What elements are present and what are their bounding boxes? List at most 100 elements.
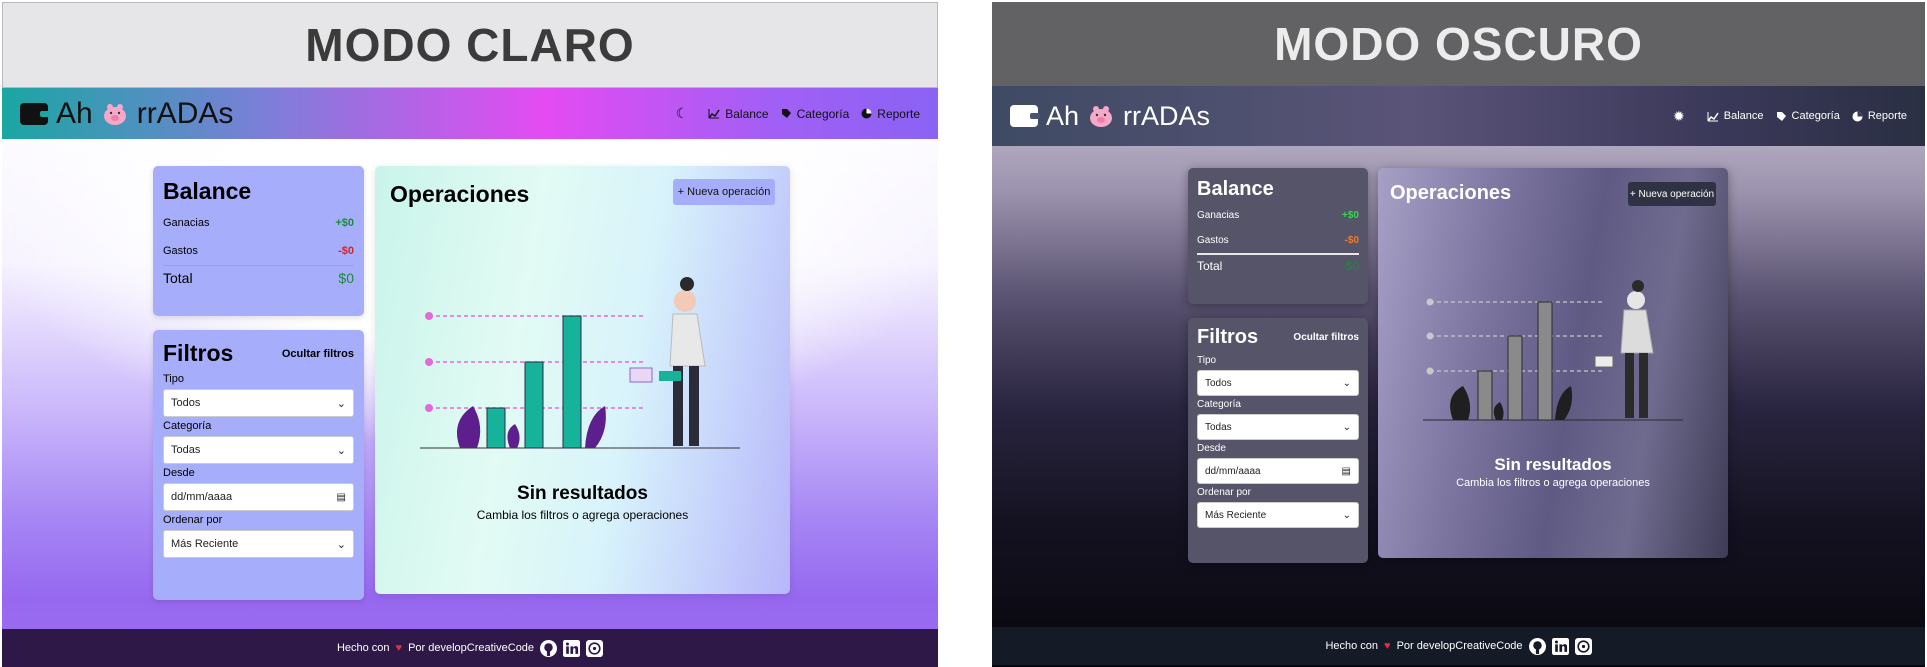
footer-author: Por developCreativeCode xyxy=(408,642,535,654)
brand-text-right: rrADAs xyxy=(136,96,234,130)
orden-value: Más Reciente xyxy=(1205,509,1267,521)
orden-label: Ordenar por xyxy=(163,514,223,526)
ganancias-value: +$0 xyxy=(1342,210,1359,221)
empty-state-title: Sin resultados xyxy=(1494,455,1612,474)
nav-categoria-label: Categoría xyxy=(796,106,850,121)
balance-card: Balance Ganacias +$0 Gastos -$0 Total $0 xyxy=(1188,168,1368,304)
ganancias-label: Ganacias xyxy=(1197,210,1240,221)
mode-banner-title: MODO CLARO xyxy=(2,2,938,88)
app-window: Ah rrADAs ☾ Balance Categoría Reporte Ba… xyxy=(2,88,938,667)
desde-label: Desde xyxy=(163,467,195,479)
nav-categoria[interactable]: Categoría xyxy=(1776,110,1840,122)
filters-title: Filtros xyxy=(1197,326,1259,348)
tipo-label: Tipo xyxy=(163,373,184,385)
brand-logo[interactable]: Ah rrADAs xyxy=(1010,101,1210,132)
filters-title: Filtros xyxy=(163,340,234,366)
chevron-down-icon: ⌄ xyxy=(336,444,346,457)
linkedin-icon[interactable] xyxy=(1551,637,1569,655)
ganancias-value: +$0 xyxy=(335,217,354,229)
desde-date-input[interactable]: dd/mm/aaaa ▤ xyxy=(1197,458,1359,484)
brand-text-left: Ah xyxy=(56,96,93,130)
wallet-icon xyxy=(20,102,50,125)
chart-line-icon xyxy=(708,109,720,119)
nav-reporte[interactable]: Reporte xyxy=(1852,110,1907,122)
balance-row-gastos: Gastos -$0 xyxy=(163,245,354,257)
categoria-label: Categoría xyxy=(1197,399,1241,410)
balance-row-ganancias: Ganacias +$0 xyxy=(1197,210,1359,221)
tipo-label: Tipo xyxy=(1197,355,1217,366)
categoria-select[interactable]: Todas ⌄ xyxy=(1197,414,1359,440)
balance-card: Balance Ganacias +$0 Gastos -$0 Total $0 xyxy=(153,166,364,316)
gastos-label: Gastos xyxy=(163,245,198,257)
categoria-select[interactable]: Todas ⌄ xyxy=(163,436,354,464)
empty-state-illustration xyxy=(1423,280,1683,421)
categoria-label: Categoría xyxy=(163,420,212,432)
navbar: Ah rrADAs ✹ Balance Categoría Reporte xyxy=(992,86,1925,146)
new-operation-button[interactable]: + Nueva operación xyxy=(673,179,775,205)
nav-balance-label: Balance xyxy=(1723,110,1764,122)
balance-divider xyxy=(163,265,354,266)
github-icon[interactable] xyxy=(540,639,558,657)
heart-icon: ♥ xyxy=(395,642,403,654)
heart-icon: ♥ xyxy=(1384,640,1391,652)
empty-state-subtitle: Cambia los filtros o agrega operaciones xyxy=(476,508,689,522)
total-label: Total xyxy=(1197,259,1223,273)
desde-date-input[interactable]: dd/mm/aaaa ▤ xyxy=(163,483,354,511)
operations-card: Operaciones + Nueva operación Sin result… xyxy=(1378,168,1728,558)
chevron-down-icon: ⌄ xyxy=(1342,377,1351,389)
pie-chart-icon xyxy=(1852,111,1863,121)
hide-filters-link[interactable]: Ocultar filtros xyxy=(282,348,354,360)
chevron-down-icon: ⌄ xyxy=(336,538,346,551)
nav-balance[interactable]: Balance xyxy=(708,106,769,121)
desde-value: dd/mm/aaaa xyxy=(1205,465,1261,477)
chevron-down-icon: ⌄ xyxy=(1342,421,1351,433)
empty-state-subtitle: Cambia los filtros o agrega operaciones xyxy=(1456,477,1650,489)
tag-icon xyxy=(1776,111,1786,121)
chart-line-icon xyxy=(1707,111,1719,121)
tipo-select[interactable]: Todos ⌄ xyxy=(1197,370,1359,396)
orden-select[interactable]: Más Reciente ⌄ xyxy=(163,530,354,558)
gastos-value: -$0 xyxy=(338,245,354,257)
nav-balance[interactable]: Balance xyxy=(1707,110,1764,122)
footer: Hecho con ♥ Por developCreativeCode xyxy=(2,629,938,667)
gastos-value: -$0 xyxy=(1344,235,1359,246)
brand-logo[interactable]: Ah rrADAs xyxy=(20,97,233,131)
whatsapp-icon[interactable] xyxy=(1574,637,1592,655)
orden-label: Ordenar por xyxy=(1197,487,1251,498)
nav-reporte[interactable]: Reporte xyxy=(861,107,920,121)
calendar-icon[interactable]: ▤ xyxy=(337,492,346,503)
tipo-value: Todos xyxy=(171,397,201,409)
balance-row-total: Total $0 xyxy=(163,270,354,286)
nav-categoria[interactable]: Categoría xyxy=(781,106,850,121)
dark-mode-panel: MODO OSCURO Ah rrADAs ✹ Balance Categorí… xyxy=(990,0,1927,667)
tipo-select[interactable]: Todos ⌄ xyxy=(163,389,354,417)
sun-icon[interactable]: ✹ xyxy=(1673,108,1685,125)
balance-row-gastos: Gastos -$0 xyxy=(1197,235,1359,246)
footer-made-with: Hecho con xyxy=(1325,640,1379,652)
new-operation-button[interactable]: + Nueva operación xyxy=(1628,182,1716,206)
tag-icon xyxy=(781,109,791,118)
balance-title: Balance xyxy=(163,178,252,204)
orden-select[interactable]: Más Reciente ⌄ xyxy=(1197,502,1359,528)
nav-balance-label: Balance xyxy=(725,106,769,121)
footer-author: Por developCreativeCode xyxy=(1396,640,1523,652)
categoria-value: Todas xyxy=(1205,421,1232,433)
empty-state-title: Sin resultados xyxy=(517,483,648,504)
moon-icon[interactable]: ☾ xyxy=(676,105,689,122)
nav-reporte-label: Reporte xyxy=(1867,110,1907,122)
operations-title: Operaciones xyxy=(390,181,530,207)
github-icon[interactable] xyxy=(1528,637,1546,655)
nav-reporte-label: Reporte xyxy=(877,106,920,121)
wallet-icon xyxy=(1010,105,1040,127)
total-value: $0 xyxy=(1345,259,1359,273)
balance-divider xyxy=(1197,253,1359,255)
ganancias-label: Ganacias xyxy=(163,217,210,229)
hide-filters-link[interactable]: Ocultar filtros xyxy=(1293,332,1359,343)
nav-links: ✹ Balance Categoría Reporte xyxy=(1673,108,1907,125)
calendar-icon[interactable]: ▤ xyxy=(1342,466,1351,477)
total-label: Total xyxy=(163,270,193,286)
nav-categoria-label: Categoría xyxy=(1791,110,1840,122)
whatsapp-icon[interactable] xyxy=(586,639,604,657)
linkedin-icon[interactable] xyxy=(563,639,581,657)
operations-title: Operaciones xyxy=(1390,182,1512,204)
